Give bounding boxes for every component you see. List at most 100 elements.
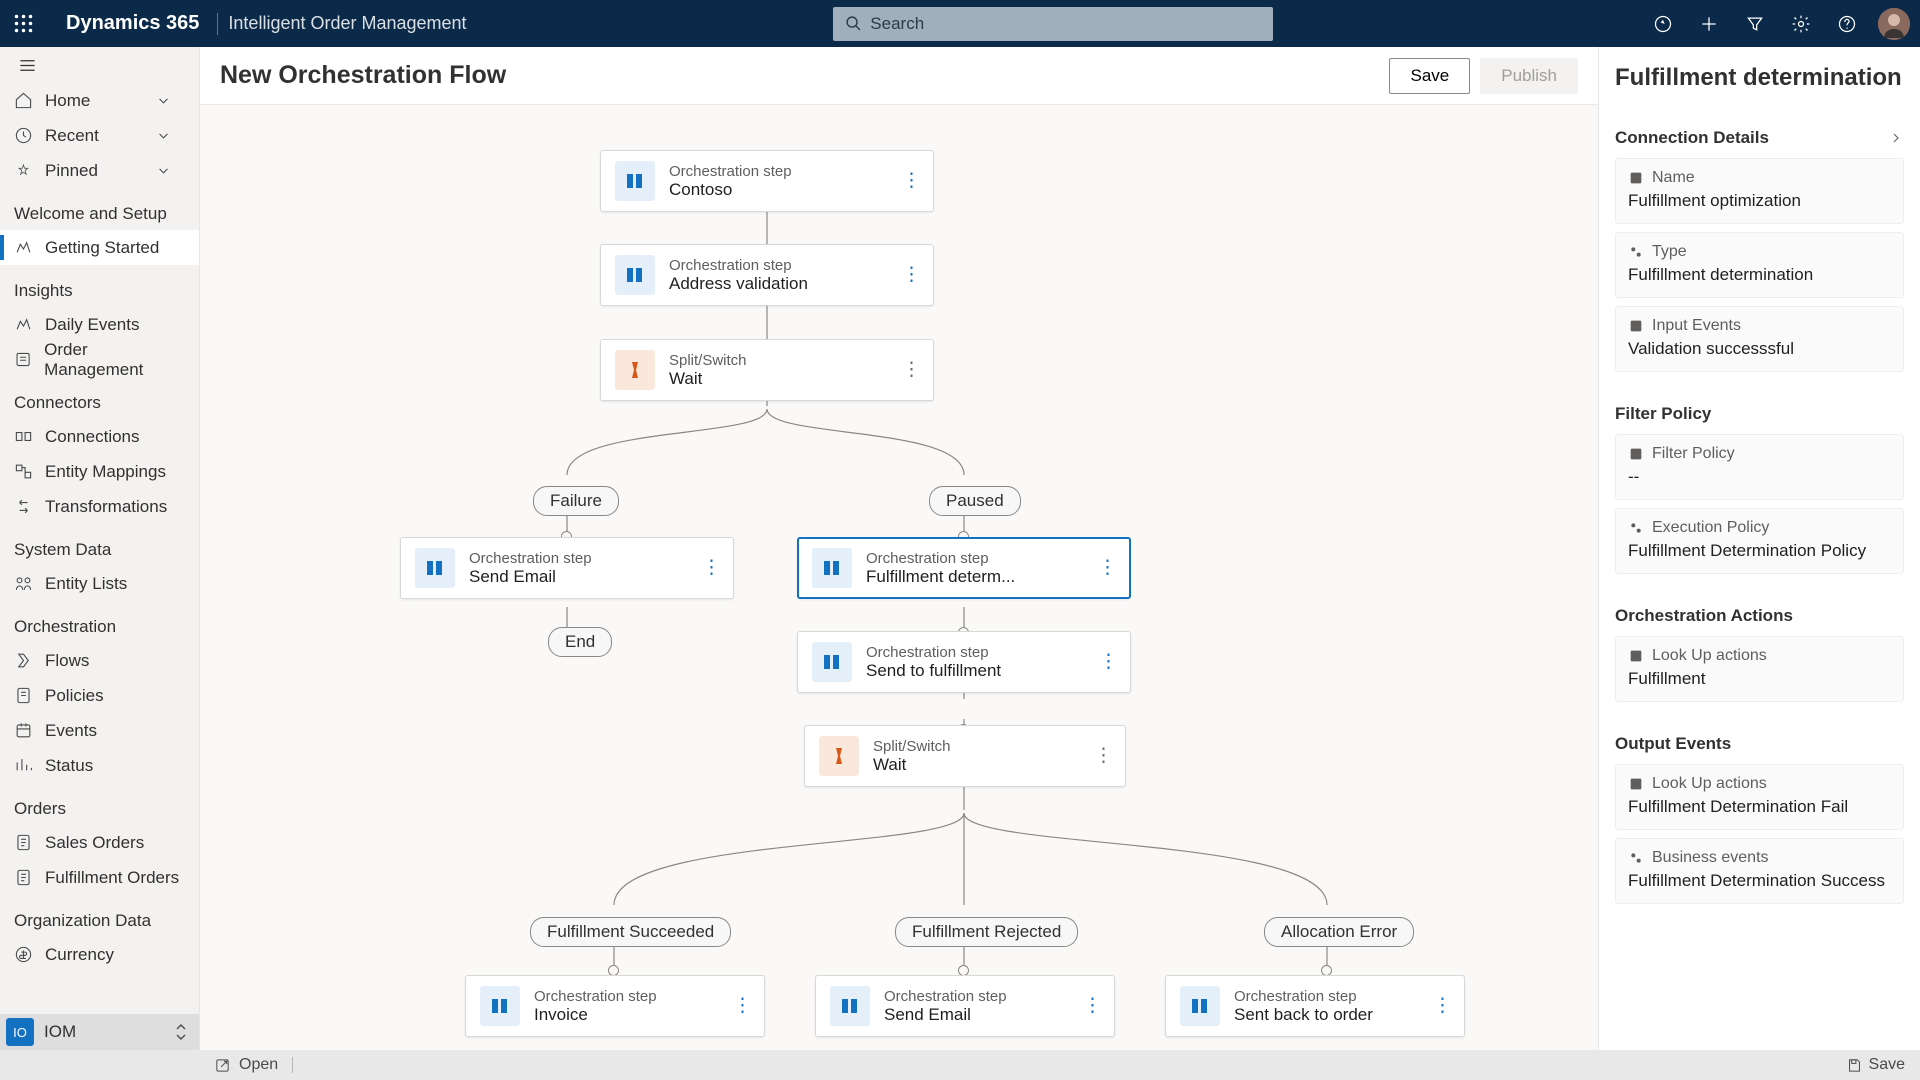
pill-paused[interactable]: Paused	[929, 486, 1021, 516]
pill-fulfillment-succeeded[interactable]: Fulfillment Succeeded	[530, 917, 731, 947]
sidebar-group: Orchestration	[0, 601, 199, 643]
topbar: Dynamics 365 Intelligent Order Managemen…	[0, 0, 1920, 47]
section-filter-policy[interactable]: Filter Policy	[1615, 404, 1904, 424]
pill-fulfillment-rejected[interactable]: Fulfillment Rejected	[895, 917, 1078, 947]
search-placeholder: Search	[870, 14, 924, 34]
sidebar-item-sales-orders[interactable]: Sales Orders	[0, 825, 199, 860]
more-icon[interactable]: ⋮	[702, 566, 721, 571]
sidebar-footer[interactable]: IO IOM	[0, 1014, 199, 1050]
sidebar-item-recent[interactable]: Recent	[0, 118, 199, 153]
sidebar-item-currency[interactable]: Currency	[0, 937, 199, 972]
help-icon[interactable]	[1824, 0, 1870, 47]
sidebar-item-entity-mappings[interactable]: Entity Mappings	[0, 454, 199, 489]
status-open[interactable]: Open	[239, 1056, 278, 1074]
sidebar-item-pinned[interactable]: Pinned	[0, 153, 199, 188]
flow-canvas[interactable]: Failure Paused End Fulfillment Succeeded…	[200, 105, 1598, 1050]
publish-button: Publish	[1480, 58, 1578, 94]
properties-panel: Fulfillment determination Connection Det…	[1599, 47, 1920, 1050]
sidebar-item-order-mgmt[interactable]: Order Management	[0, 342, 199, 377]
sidebar-item-home[interactable]: Home	[0, 83, 199, 118]
filter-icon[interactable]	[1732, 0, 1778, 47]
canvas-header: New Orchestration Flow Save Publish	[200, 47, 1598, 105]
app-code: IO	[6, 1018, 34, 1046]
sidebar-item-getting-started[interactable]: Getting Started	[0, 230, 199, 265]
step-icon	[812, 642, 852, 682]
canvas-area: New Orchestration Flow Save Publish	[200, 47, 1599, 1050]
sidebar-item-events[interactable]: Events	[0, 713, 199, 748]
save-button[interactable]: Save	[1389, 58, 1470, 94]
page-title: New Orchestration Flow	[220, 61, 506, 90]
sidebar-item-status[interactable]: Status	[0, 748, 199, 783]
properties-title: Fulfillment determination	[1599, 47, 1920, 114]
section-connection-details[interactable]: Connection Details	[1615, 128, 1904, 148]
step-icon	[812, 548, 852, 588]
node-wait-1[interactable]: Split/SwitchWait ⋮	[600, 339, 934, 401]
step-icon	[615, 255, 655, 295]
more-icon[interactable]: ⋮	[1098, 566, 1117, 571]
node-wait-2[interactable]: Split/SwitchWait ⋮	[804, 725, 1126, 787]
more-icon[interactable]: ⋮	[902, 179, 921, 184]
more-icon[interactable]: ⋮	[1433, 1004, 1452, 1009]
sidebar-group: Connectors	[0, 377, 199, 419]
more-icon[interactable]: ⋮	[902, 368, 921, 373]
node-send-fulfillment[interactable]: Orchestration stepSend to fulfillment ⋮	[797, 631, 1131, 693]
more-icon[interactable]: ⋮	[1099, 660, 1118, 665]
app-area: Intelligent Order Management	[228, 13, 466, 34]
add-icon[interactable]	[1686, 0, 1732, 47]
node-fulfillment-determination[interactable]: Orchestration stepFulfillment determ... …	[797, 537, 1131, 599]
pill-allocation-error[interactable]: Allocation Error	[1264, 917, 1414, 947]
node-send-email[interactable]: Orchestration stepSend Email ⋮	[400, 537, 734, 599]
step-icon	[615, 161, 655, 201]
sidebar-group: Orders	[0, 783, 199, 825]
sidebar-item-entity-lists[interactable]: Entity Lists	[0, 566, 199, 601]
node-address-validation[interactable]: Orchestration stepAddress validation ⋮	[600, 244, 934, 306]
step-icon	[830, 986, 870, 1026]
prop-card[interactable]: Business eventsFulfillment Determination…	[1615, 838, 1904, 904]
node-send-email-2[interactable]: Orchestration stepSend Email ⋮	[815, 975, 1115, 1037]
sidebar-item-fulfillment-orders[interactable]: Fulfillment Orders	[0, 860, 199, 895]
sidebar: Home Recent Pinned Welcome and Setup Get…	[0, 47, 200, 1050]
more-icon[interactable]: ⋮	[902, 273, 921, 278]
status-save[interactable]: Save	[1869, 1056, 1905, 1074]
save-icon[interactable]	[1846, 1057, 1863, 1074]
node-sent-back[interactable]: Orchestration stepSent back to order ⋮	[1165, 975, 1465, 1037]
prop-card[interactable]: Input EventsValidation successsful	[1615, 306, 1904, 372]
step-icon	[480, 986, 520, 1026]
prop-card[interactable]: TypeFulfillment determination	[1615, 232, 1904, 298]
section-output-events[interactable]: Output Events	[1615, 734, 1904, 754]
pill-end[interactable]: End	[548, 627, 612, 657]
sidebar-item-daily-events[interactable]: Daily Events	[0, 307, 199, 342]
sidebar-item-policies[interactable]: Policies	[0, 678, 199, 713]
section-orchestration-actions[interactable]: Orchestration Actions	[1615, 606, 1904, 626]
sidebar-item-flows[interactable]: Flows	[0, 643, 199, 678]
more-icon[interactable]: ⋮	[733, 1004, 752, 1009]
prop-card[interactable]: Look Up actionsFulfillment Determination…	[1615, 764, 1904, 830]
node-invoice[interactable]: Orchestration stepInvoice ⋮	[465, 975, 765, 1037]
hamburger-icon[interactable]	[0, 47, 199, 83]
sidebar-item-transformations[interactable]: Transformations	[0, 489, 199, 524]
pill-failure[interactable]: Failure	[533, 486, 619, 516]
search-input[interactable]: Search	[833, 7, 1273, 41]
node-contoso[interactable]: Orchestration stepContoso ⋮	[600, 150, 934, 212]
prop-card[interactable]: Look Up actionsFulfillment	[1615, 636, 1904, 702]
gear-icon[interactable]	[1778, 0, 1824, 47]
split-icon	[615, 350, 655, 390]
sidebar-group: Welcome and Setup	[0, 188, 199, 230]
prop-card[interactable]: Execution PolicyFulfillment Determinatio…	[1615, 508, 1904, 574]
assistant-icon[interactable]	[1640, 0, 1686, 47]
waffle-icon[interactable]	[0, 0, 47, 47]
split-icon	[819, 736, 859, 776]
sidebar-group: Organization Data	[0, 895, 199, 937]
sidebar-group: Insights	[0, 265, 199, 307]
prop-card[interactable]: Filter Policy--	[1615, 434, 1904, 500]
more-icon[interactable]: ⋮	[1083, 1004, 1102, 1009]
status-bar: Open Save	[0, 1050, 1920, 1080]
avatar[interactable]	[1878, 8, 1910, 40]
sidebar-item-connections[interactable]: Connections	[0, 419, 199, 454]
app-name[interactable]: Dynamics 365	[47, 12, 217, 35]
open-icon[interactable]	[214, 1057, 231, 1074]
step-icon	[415, 548, 455, 588]
prop-card[interactable]: NameFulfillment optimization	[1615, 158, 1904, 224]
app-footer-label: IOM	[44, 1022, 76, 1042]
more-icon[interactable]: ⋮	[1094, 754, 1113, 759]
